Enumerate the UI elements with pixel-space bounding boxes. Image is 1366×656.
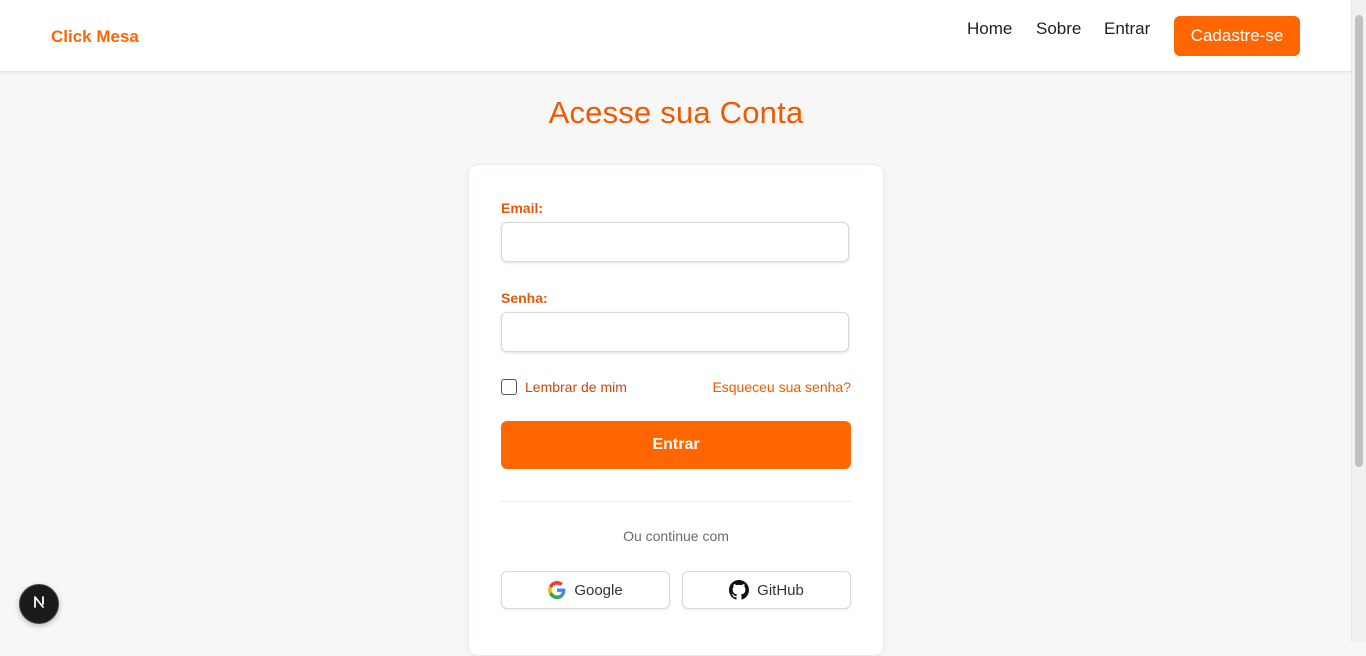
nextjs-dev-badge[interactable] (19, 584, 59, 624)
email-label: Email: (501, 200, 544, 216)
nav-link-entrar[interactable]: Entrar (1104, 19, 1150, 39)
github-login-button[interactable]: GitHub (682, 571, 851, 609)
google-button-label: Google (574, 581, 623, 599)
login-submit-button[interactable]: Entrar (501, 421, 851, 469)
google-icon (548, 581, 566, 599)
brand-logo[interactable]: Click Mesa (51, 27, 139, 47)
continue-with-text: Ou continue com (623, 528, 729, 544)
login-card: Email: Senha: Lembrar de mim Esqueceu su… (468, 164, 884, 656)
password-field[interactable] (501, 312, 849, 352)
page-title: Acesse sua Conta (548, 95, 804, 130)
email-field[interactable] (501, 222, 849, 262)
github-icon (729, 580, 750, 600)
github-button-label: GitHub (757, 581, 804, 599)
remember-label[interactable]: Lembrar de mim (525, 379, 627, 395)
remember-checkbox[interactable] (501, 379, 517, 395)
divider (501, 501, 851, 502)
nav-link-sobre[interactable]: Sobre (1036, 19, 1081, 39)
scrollbar-thumb[interactable] (1355, 15, 1363, 467)
google-login-button[interactable]: Google (501, 571, 670, 609)
signup-button[interactable]: Cadastre-se (1174, 16, 1300, 56)
nav-link-home[interactable]: Home (967, 19, 1012, 39)
nextjs-icon (30, 593, 48, 616)
vertical-scrollbar[interactable] (1351, 0, 1366, 642)
password-label: Senha: (501, 290, 548, 306)
forgot-password-link[interactable]: Esqueceu sua senha? (712, 379, 851, 395)
navbar: Click Mesa Home Sobre Entrar Cadastre-se (0, 0, 1352, 72)
